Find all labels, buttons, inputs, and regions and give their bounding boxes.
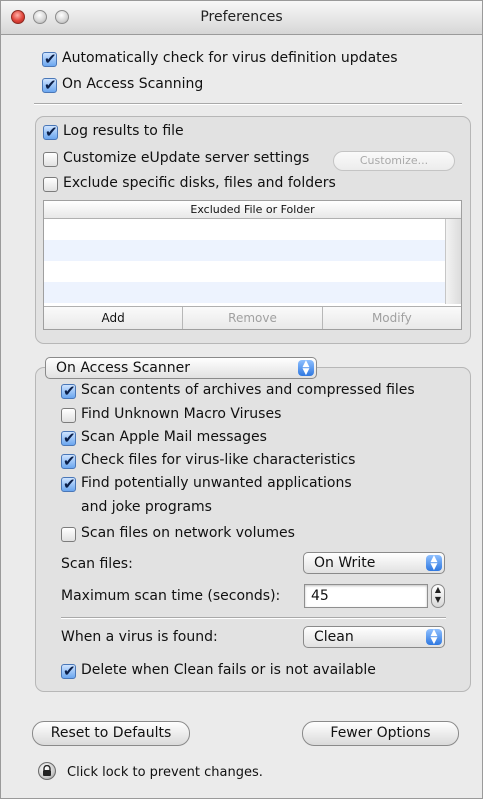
auto-update-label: Automatically check for virus definition…: [62, 50, 398, 66]
network-volumes-checkbox[interactable]: [61, 527, 76, 542]
popup-arrows-icon: ▲ ▼: [426, 629, 442, 646]
unwanted-apps-checkbox[interactable]: [61, 474, 76, 494]
delete-fallback-checkbox[interactable]: [61, 661, 76, 681]
macro-viruses-label: Find Unknown Macro Viruses: [81, 406, 282, 422]
unwanted-apps-label-line2: and joke programs: [81, 499, 212, 515]
auto-update-checkbox[interactable]: [42, 49, 57, 69]
scan-files-popup[interactable]: On Write ▲ ▼: [303, 552, 445, 574]
scan-files-label: Scan files:: [61, 556, 133, 572]
macro-viruses-checkbox[interactable]: [61, 408, 76, 423]
excluded-column-header[interactable]: Excluded File or Folder: [44, 201, 461, 219]
virus-found-popup[interactable]: Clean ▲ ▼: [303, 626, 445, 648]
customize-button[interactable]: Customize...: [333, 151, 455, 171]
table-scrollbar[interactable]: [445, 219, 461, 304]
apple-mail-checkbox[interactable]: [61, 428, 76, 448]
network-volumes-label: Scan files on network volumes: [81, 525, 295, 541]
scanner-mode-popup[interactable]: On Access Scanner ▲ ▼: [45, 357, 317, 379]
title-bar: Preferences: [1, 1, 482, 35]
fewer-options-button[interactable]: Fewer Options: [302, 721, 459, 746]
lock-hint-text: Click lock to prevent changes.: [67, 765, 263, 780]
custom-eupdate-label: Customize eUpdate server settings: [63, 150, 310, 166]
scan-files-value: On Write: [314, 555, 376, 571]
virus-like-label: Check files for virus-like characteristi…: [81, 452, 356, 468]
popup-arrows-icon: ▲ ▼: [298, 360, 314, 377]
window-title: Preferences: [200, 9, 283, 25]
excluded-items-table: Excluded File or Folder Add Remove Modif…: [43, 200, 462, 330]
max-scan-time-stepper[interactable]: ▲ ▼: [431, 584, 445, 608]
preferences-window: Preferences Automatically check for viru…: [0, 0, 483, 799]
custom-eupdate-checkbox[interactable]: [43, 152, 58, 167]
scan-archives-checkbox[interactable]: [61, 381, 76, 401]
log-results-checkbox[interactable]: [43, 122, 58, 142]
virus-found-label: When a virus is found:: [61, 629, 218, 645]
max-scan-time-input[interactable]: 45: [304, 584, 428, 608]
table-row[interactable]: [44, 282, 445, 303]
log-results-label: Log results to file: [63, 123, 184, 139]
exclude-label: Exclude specific disks, files and folder…: [63, 175, 336, 191]
exclude-checkbox[interactable]: [43, 177, 58, 192]
scanner-mode-value: On Access Scanner: [56, 360, 190, 376]
table-actions: Add Remove Modify: [44, 306, 461, 329]
virus-found-value: Clean: [314, 629, 354, 645]
scan-archives-label: Scan contents of archives and compressed…: [81, 382, 415, 398]
delete-fallback-label: Delete when Clean fails or is not availa…: [81, 662, 376, 678]
remove-button[interactable]: Remove: [183, 307, 323, 329]
table-row[interactable]: [44, 240, 445, 261]
table-row[interactable]: [44, 261, 445, 282]
lock-icon[interactable]: [38, 762, 56, 780]
virus-like-checkbox[interactable]: [61, 451, 76, 471]
unwanted-apps-label: Find potentially unwanted applications: [81, 475, 352, 491]
apple-mail-label: Scan Apple Mail messages: [81, 429, 267, 445]
separator: [34, 103, 462, 105]
reset-defaults-button[interactable]: Reset to Defaults: [32, 721, 190, 746]
modify-button[interactable]: Modify: [323, 307, 461, 329]
popup-arrows-icon: ▲ ▼: [426, 555, 442, 572]
separator: [61, 617, 446, 619]
on-access-scanning-checkbox[interactable]: [42, 75, 57, 95]
table-row[interactable]: [44, 219, 445, 240]
max-scan-time-label: Maximum scan time (seconds):: [61, 588, 281, 604]
add-button[interactable]: Add: [44, 307, 184, 329]
on-access-scanning-label: On Access Scanning: [62, 76, 204, 92]
